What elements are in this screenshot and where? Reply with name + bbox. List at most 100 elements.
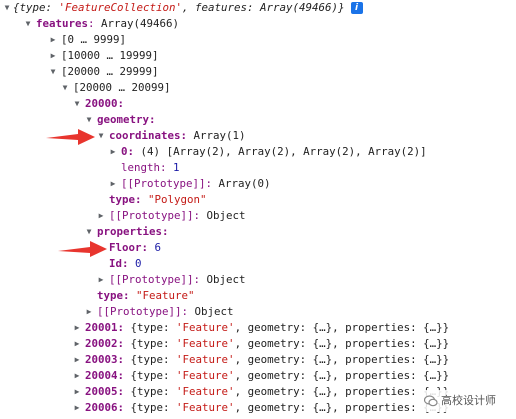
collapsed-type-value: 'Feature' (176, 337, 235, 350)
triangle-right-icon[interactable]: ▶ (108, 144, 118, 160)
info-icon[interactable]: i (350, 2, 363, 14)
collapsed-rest: , geometry: {…}, properties: {…}} (234, 369, 450, 382)
triangle-right-icon[interactable]: ▶ (72, 320, 82, 336)
prototype-row[interactable]: ▶ [[Prototype]]: Object (0, 272, 516, 288)
prototype-row[interactable]: ▶ [[Prototype]]: Object (0, 208, 516, 224)
collapsed-pre: {type: (130, 321, 177, 334)
range-row[interactable]: ▶ [0 … 9999] (0, 32, 516, 48)
triangle-right-icon[interactable]: ▶ (48, 32, 58, 48)
floor-value: 6 (154, 241, 162, 254)
prototype-value: Object (206, 273, 246, 286)
triangle-right-icon[interactable]: ▶ (72, 368, 82, 384)
collapsed-item-row[interactable]: ▶ 20001: {type: 'Feature', geometry: {…}… (0, 320, 516, 336)
item-index: 20001: (85, 321, 125, 334)
features-row[interactable]: ▼ features: Array(49466) (0, 16, 516, 32)
object-summary: {type: 'FeatureCollection', features: Ar… (13, 0, 363, 16)
item-row[interactable]: ▼ 20000: (0, 96, 516, 112)
prototype-key: [[Prototype]]: (97, 305, 189, 318)
collapsed-rest: , geometry: {…}, properties: {…}} (234, 337, 450, 350)
summary-post: } (338, 1, 345, 14)
range-row[interactable]: ▶ [10000 … 19999] (0, 48, 516, 64)
summary-pre: {type: (13, 1, 59, 14)
summary-array: Array(49466) (260, 1, 339, 14)
zero-value: [Array(2), Array(2), Array(2), Array(2)] (166, 145, 427, 158)
length-key: length: (121, 161, 167, 174)
triangle-down-icon[interactable]: ▼ (84, 112, 94, 128)
prototype-row[interactable]: ▶ [[Prototype]]: Array(0) (0, 176, 516, 192)
id-value: 0 (135, 257, 142, 270)
type-key: type: (109, 193, 142, 206)
zero-key: 0: (121, 145, 135, 158)
triangle-right-icon[interactable]: ▶ (72, 336, 82, 352)
geometry-type-row: type: "Polygon" (0, 192, 516, 208)
collapsed-pre: {type: (130, 337, 177, 350)
triangle-down-icon[interactable]: ▼ (72, 96, 82, 112)
range-row[interactable]: ▼ [20000 … 20099] (0, 80, 516, 96)
item-index: 20005: (85, 385, 125, 398)
collapsed-pre: {type: (130, 385, 177, 398)
collapsed-item-row[interactable]: ▶ 20004: {type: 'Feature', geometry: {…}… (0, 368, 516, 384)
zero-count: (4) (140, 145, 161, 158)
collapsed-rest: , geometry: {…}, properties: {…}} (234, 385, 450, 398)
range-label: [20000 … 20099] (73, 81, 171, 94)
collapsed-type-value: 'Feature' (176, 321, 235, 334)
triangle-down-icon[interactable]: ▼ (48, 64, 58, 80)
prototype-key: [[Prototype]]: (109, 273, 201, 286)
floor-key: Floor: (109, 241, 149, 254)
annotation-arrow-icon (46, 129, 95, 145)
id-row: Id: 0 (0, 256, 516, 272)
coordinates-key: coordinates: (109, 129, 188, 142)
collapsed-item-row[interactable]: ▶ 20002: {type: 'Feature', geometry: {…}… (0, 336, 516, 352)
collapsed-type-value: 'Feature' (176, 369, 235, 382)
summary-mid: , features: (182, 1, 261, 14)
annotation-arrow-icon (58, 241, 107, 257)
item-index: 20006: (85, 401, 125, 414)
id-key: Id: (109, 257, 129, 270)
range-label: [10000 … 19999] (61, 49, 159, 62)
triangle-down-icon[interactable]: ▼ (60, 80, 70, 96)
triangle-right-icon[interactable]: ▶ (96, 208, 106, 224)
prototype-key: [[Prototype]]: (121, 177, 213, 190)
properties-row[interactable]: ▼ properties: (0, 224, 516, 240)
collapsed-type-value: 'Feature' (176, 353, 235, 366)
range-row[interactable]: ▼ [20000 … 29999] (0, 64, 516, 80)
collapsed-pre: {type: (130, 369, 177, 382)
item-index: 20002: (85, 337, 125, 350)
prototype-key: [[Prototype]]: (109, 209, 201, 222)
length-value: 1 (173, 161, 180, 174)
wechat-logo-icon (424, 395, 438, 407)
triangle-right-icon[interactable]: ▶ (72, 352, 82, 368)
summary-type-value: 'FeatureCollection' (58, 1, 183, 14)
object-summary-row[interactable]: ▼ {type: 'FeatureCollection', features: … (0, 0, 516, 16)
triangle-right-icon[interactable]: ▶ (72, 384, 82, 400)
geometry-row[interactable]: ▼ geometry: (0, 112, 516, 128)
triangle-down-icon[interactable]: ▼ (23, 16, 33, 32)
length-row: length: 1 (0, 160, 516, 176)
triangle-right-icon[interactable]: ▶ (48, 48, 58, 64)
range-label: [20000 … 29999] (61, 65, 159, 78)
collapsed-pre: {type: (130, 401, 177, 414)
collapsed-type-value: 'Feature' (176, 385, 235, 398)
triangle-right-icon[interactable]: ▶ (96, 272, 106, 288)
collapsed-type-value: 'Feature' (176, 401, 235, 414)
collapsed-item-row[interactable]: ▶ 20003: {type: 'Feature', geometry: {…}… (0, 352, 516, 368)
item-index: 20004: (85, 369, 125, 382)
collapsed-pre: {type: (130, 353, 177, 366)
triangle-right-icon[interactable]: ▶ (108, 176, 118, 192)
features-key: features (36, 17, 89, 30)
feature-type-row: type: "Feature" (0, 288, 516, 304)
type-value: "Feature" (136, 289, 195, 302)
triangle-down-icon[interactable]: ▼ (2, 0, 12, 16)
triangle-down-icon[interactable]: ▼ (84, 224, 94, 240)
watermark: 高校设计师 (420, 390, 500, 412)
range-label: [0 … 9999] (61, 33, 127, 46)
triangle-right-icon[interactable]: ▶ (84, 304, 94, 320)
prototype-value: Object (206, 209, 246, 222)
prototype-row[interactable]: ▶ [[Prototype]]: Object (0, 304, 516, 320)
triangle-down-icon[interactable]: ▼ (96, 128, 106, 144)
properties-key: properties: (97, 225, 169, 238)
features-value: Array(49466) (101, 17, 180, 30)
coords-zero-row[interactable]: ▶ 0: (4) [Array(2), Array(2), Array(2), … (0, 144, 516, 160)
triangle-right-icon[interactable]: ▶ (72, 400, 82, 416)
prototype-value: Object (194, 305, 234, 318)
